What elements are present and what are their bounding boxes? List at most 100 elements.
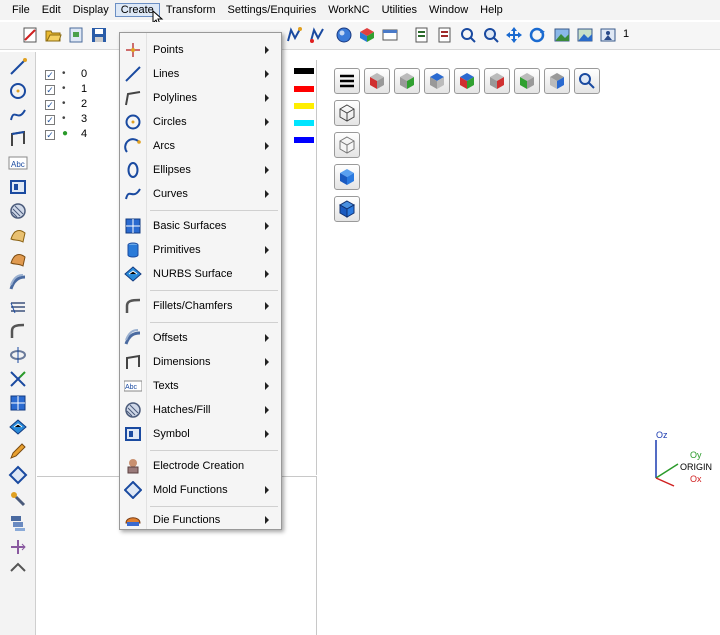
revolve-tool-icon[interactable] bbox=[7, 344, 29, 366]
shaded-icon[interactable] bbox=[334, 164, 360, 190]
layer-doc2-icon[interactable] bbox=[435, 25, 455, 45]
hidden-line-icon[interactable] bbox=[334, 132, 360, 158]
menu-window[interactable]: Window bbox=[423, 3, 474, 17]
sphere-view-icon[interactable] bbox=[334, 25, 354, 45]
menu-item-offsets[interactable]: Offsets bbox=[120, 327, 281, 349]
submenu-arrow-icon bbox=[265, 358, 269, 366]
layer-color-swatch[interactable] bbox=[294, 68, 314, 74]
pencil-tool-icon[interactable] bbox=[7, 440, 29, 462]
symbol-tool-icon[interactable] bbox=[7, 176, 29, 198]
curve-plus-icon[interactable] bbox=[307, 25, 327, 45]
arrows-tool-icon[interactable] bbox=[7, 536, 29, 558]
toolbar-value[interactable]: 1 bbox=[623, 28, 629, 40]
probe-tool-icon[interactable] bbox=[7, 488, 29, 510]
curve-tool-icon[interactable] bbox=[7, 104, 29, 126]
menu-item-ellipses[interactable]: Ellipses bbox=[120, 159, 281, 181]
menu-item-symbol[interactable]: Symbol bbox=[120, 423, 281, 445]
menu-settings-enquiries[interactable]: Settings/Enquiries bbox=[222, 3, 323, 17]
menu-display[interactable]: Display bbox=[67, 3, 115, 17]
menu-file[interactable]: File bbox=[6, 3, 36, 17]
circle-tool-icon[interactable] bbox=[7, 80, 29, 102]
menu-item-points[interactable]: Points bbox=[120, 39, 281, 61]
hatch-tool-icon[interactable] bbox=[7, 200, 29, 222]
menu-item-circles[interactable]: Circles bbox=[120, 111, 281, 133]
stack-tool-icon[interactable] bbox=[7, 512, 29, 534]
view-top-icon[interactable] bbox=[424, 68, 450, 94]
menu-item-die-functions[interactable]: Die Functions bbox=[120, 509, 281, 531]
menu-item-primitives[interactable]: Primitives bbox=[120, 239, 281, 261]
menu-icon[interactable] bbox=[334, 68, 360, 94]
zoom-area-icon[interactable] bbox=[458, 25, 478, 45]
view-left-icon[interactable] bbox=[514, 68, 540, 94]
layer-color-swatch[interactable] bbox=[294, 120, 314, 126]
open-folder-icon[interactable] bbox=[43, 25, 63, 45]
menu-worknc[interactable]: WorkNC bbox=[322, 3, 375, 17]
layer-color-swatch[interactable] bbox=[294, 137, 314, 143]
sweep-tool-icon[interactable] bbox=[7, 296, 29, 318]
menu-item-dimensions[interactable]: Dimensions bbox=[120, 351, 281, 373]
rotate-icon[interactable] bbox=[527, 25, 547, 45]
basic-surface-tool-icon[interactable] bbox=[7, 392, 29, 414]
layer-marker: • bbox=[62, 83, 66, 94]
view-back-icon[interactable] bbox=[484, 68, 510, 94]
menu-item-fillets-chamfers[interactable]: Fillets/Chamfers bbox=[120, 295, 281, 317]
wireframe-icon[interactable] bbox=[334, 100, 360, 126]
extra-tool-icon[interactable] bbox=[7, 560, 29, 582]
trim-tool-icon[interactable] bbox=[7, 368, 29, 390]
image-view2-icon[interactable] bbox=[575, 25, 595, 45]
new-file-icon[interactable] bbox=[20, 25, 40, 45]
layer-visible-checkbox[interactable]: ✓ bbox=[45, 115, 55, 125]
person-view-icon[interactable] bbox=[598, 25, 618, 45]
line-tool-icon[interactable] bbox=[7, 56, 29, 78]
layer-visible-checkbox[interactable]: ✓ bbox=[45, 85, 55, 95]
offset-tool-icon[interactable] bbox=[7, 272, 29, 294]
dimension-tool-icon[interactable] bbox=[7, 128, 29, 150]
layer-marker: • bbox=[62, 68, 66, 79]
menu-edit[interactable]: Edit bbox=[36, 3, 67, 17]
view-search-icon[interactable] bbox=[574, 68, 600, 94]
view-right-icon[interactable] bbox=[394, 68, 420, 94]
menu-item-arcs[interactable]: Arcs bbox=[120, 135, 281, 157]
menu-item-hatches-fill[interactable]: Hatches/Fill bbox=[120, 399, 281, 421]
menu-help[interactable]: Help bbox=[474, 3, 509, 17]
layer-color-swatch[interactable] bbox=[294, 86, 314, 92]
document-icon[interactable] bbox=[66, 25, 86, 45]
menu-item-lines[interactable]: Lines bbox=[120, 63, 281, 85]
window-icon[interactable] bbox=[380, 25, 400, 45]
surface-tool-icon[interactable] bbox=[7, 224, 29, 246]
layer-number: 4 bbox=[81, 128, 88, 140]
image-view-icon[interactable] bbox=[552, 25, 572, 45]
layer-visible-checkbox[interactable]: ✓ bbox=[45, 130, 55, 140]
menu-item-mold-functions[interactable]: Mold Functions bbox=[120, 479, 281, 501]
menu-item-basic-surfaces[interactable]: Basic Surfaces bbox=[120, 215, 281, 237]
layer-visible-checkbox[interactable]: ✓ bbox=[45, 100, 55, 110]
diamond-tool-icon[interactable] bbox=[7, 464, 29, 486]
fillet-tool-icon[interactable] bbox=[7, 320, 29, 342]
view-front-icon[interactable] bbox=[364, 68, 390, 94]
layer-doc-icon[interactable] bbox=[412, 25, 432, 45]
menu-item-nurbs-surface[interactable]: NURBS Surface bbox=[120, 263, 281, 285]
zoom-icon[interactable] bbox=[481, 25, 501, 45]
menu-item-curves[interactable]: Curves bbox=[120, 183, 281, 205]
curve-tool-icon[interactable] bbox=[284, 25, 304, 45]
menu-transform[interactable]: Transform bbox=[160, 3, 222, 17]
shaded-edges-icon[interactable] bbox=[334, 196, 360, 222]
view-bottom-icon[interactable] bbox=[544, 68, 570, 94]
shaded-cube-icon[interactable] bbox=[357, 25, 377, 45]
surface2-tool-icon[interactable] bbox=[7, 248, 29, 270]
layer-visible-checkbox[interactable]: ✓ bbox=[45, 70, 55, 80]
menu-item-electrode-creation[interactable]: Electrode Creation bbox=[120, 455, 281, 477]
menu-utilities[interactable]: Utilities bbox=[376, 3, 423, 17]
view-iso-icon[interactable] bbox=[454, 68, 480, 94]
graphics-viewport[interactable] bbox=[318, 52, 720, 635]
symbol-icon bbox=[124, 425, 142, 443]
save-icon[interactable] bbox=[89, 25, 109, 45]
nurbs-tool-icon[interactable] bbox=[7, 416, 29, 438]
menu-item-polylines[interactable]: Polylines bbox=[120, 87, 281, 109]
menu-item-texts[interactable]: Abc Texts bbox=[120, 375, 281, 397]
pan-icon[interactable] bbox=[504, 25, 524, 45]
text-icon: Abc bbox=[124, 377, 142, 395]
layer-color-swatch[interactable] bbox=[294, 103, 314, 109]
text-tool-icon[interactable]: Abc bbox=[7, 152, 29, 174]
basic-surface-icon bbox=[124, 217, 142, 235]
